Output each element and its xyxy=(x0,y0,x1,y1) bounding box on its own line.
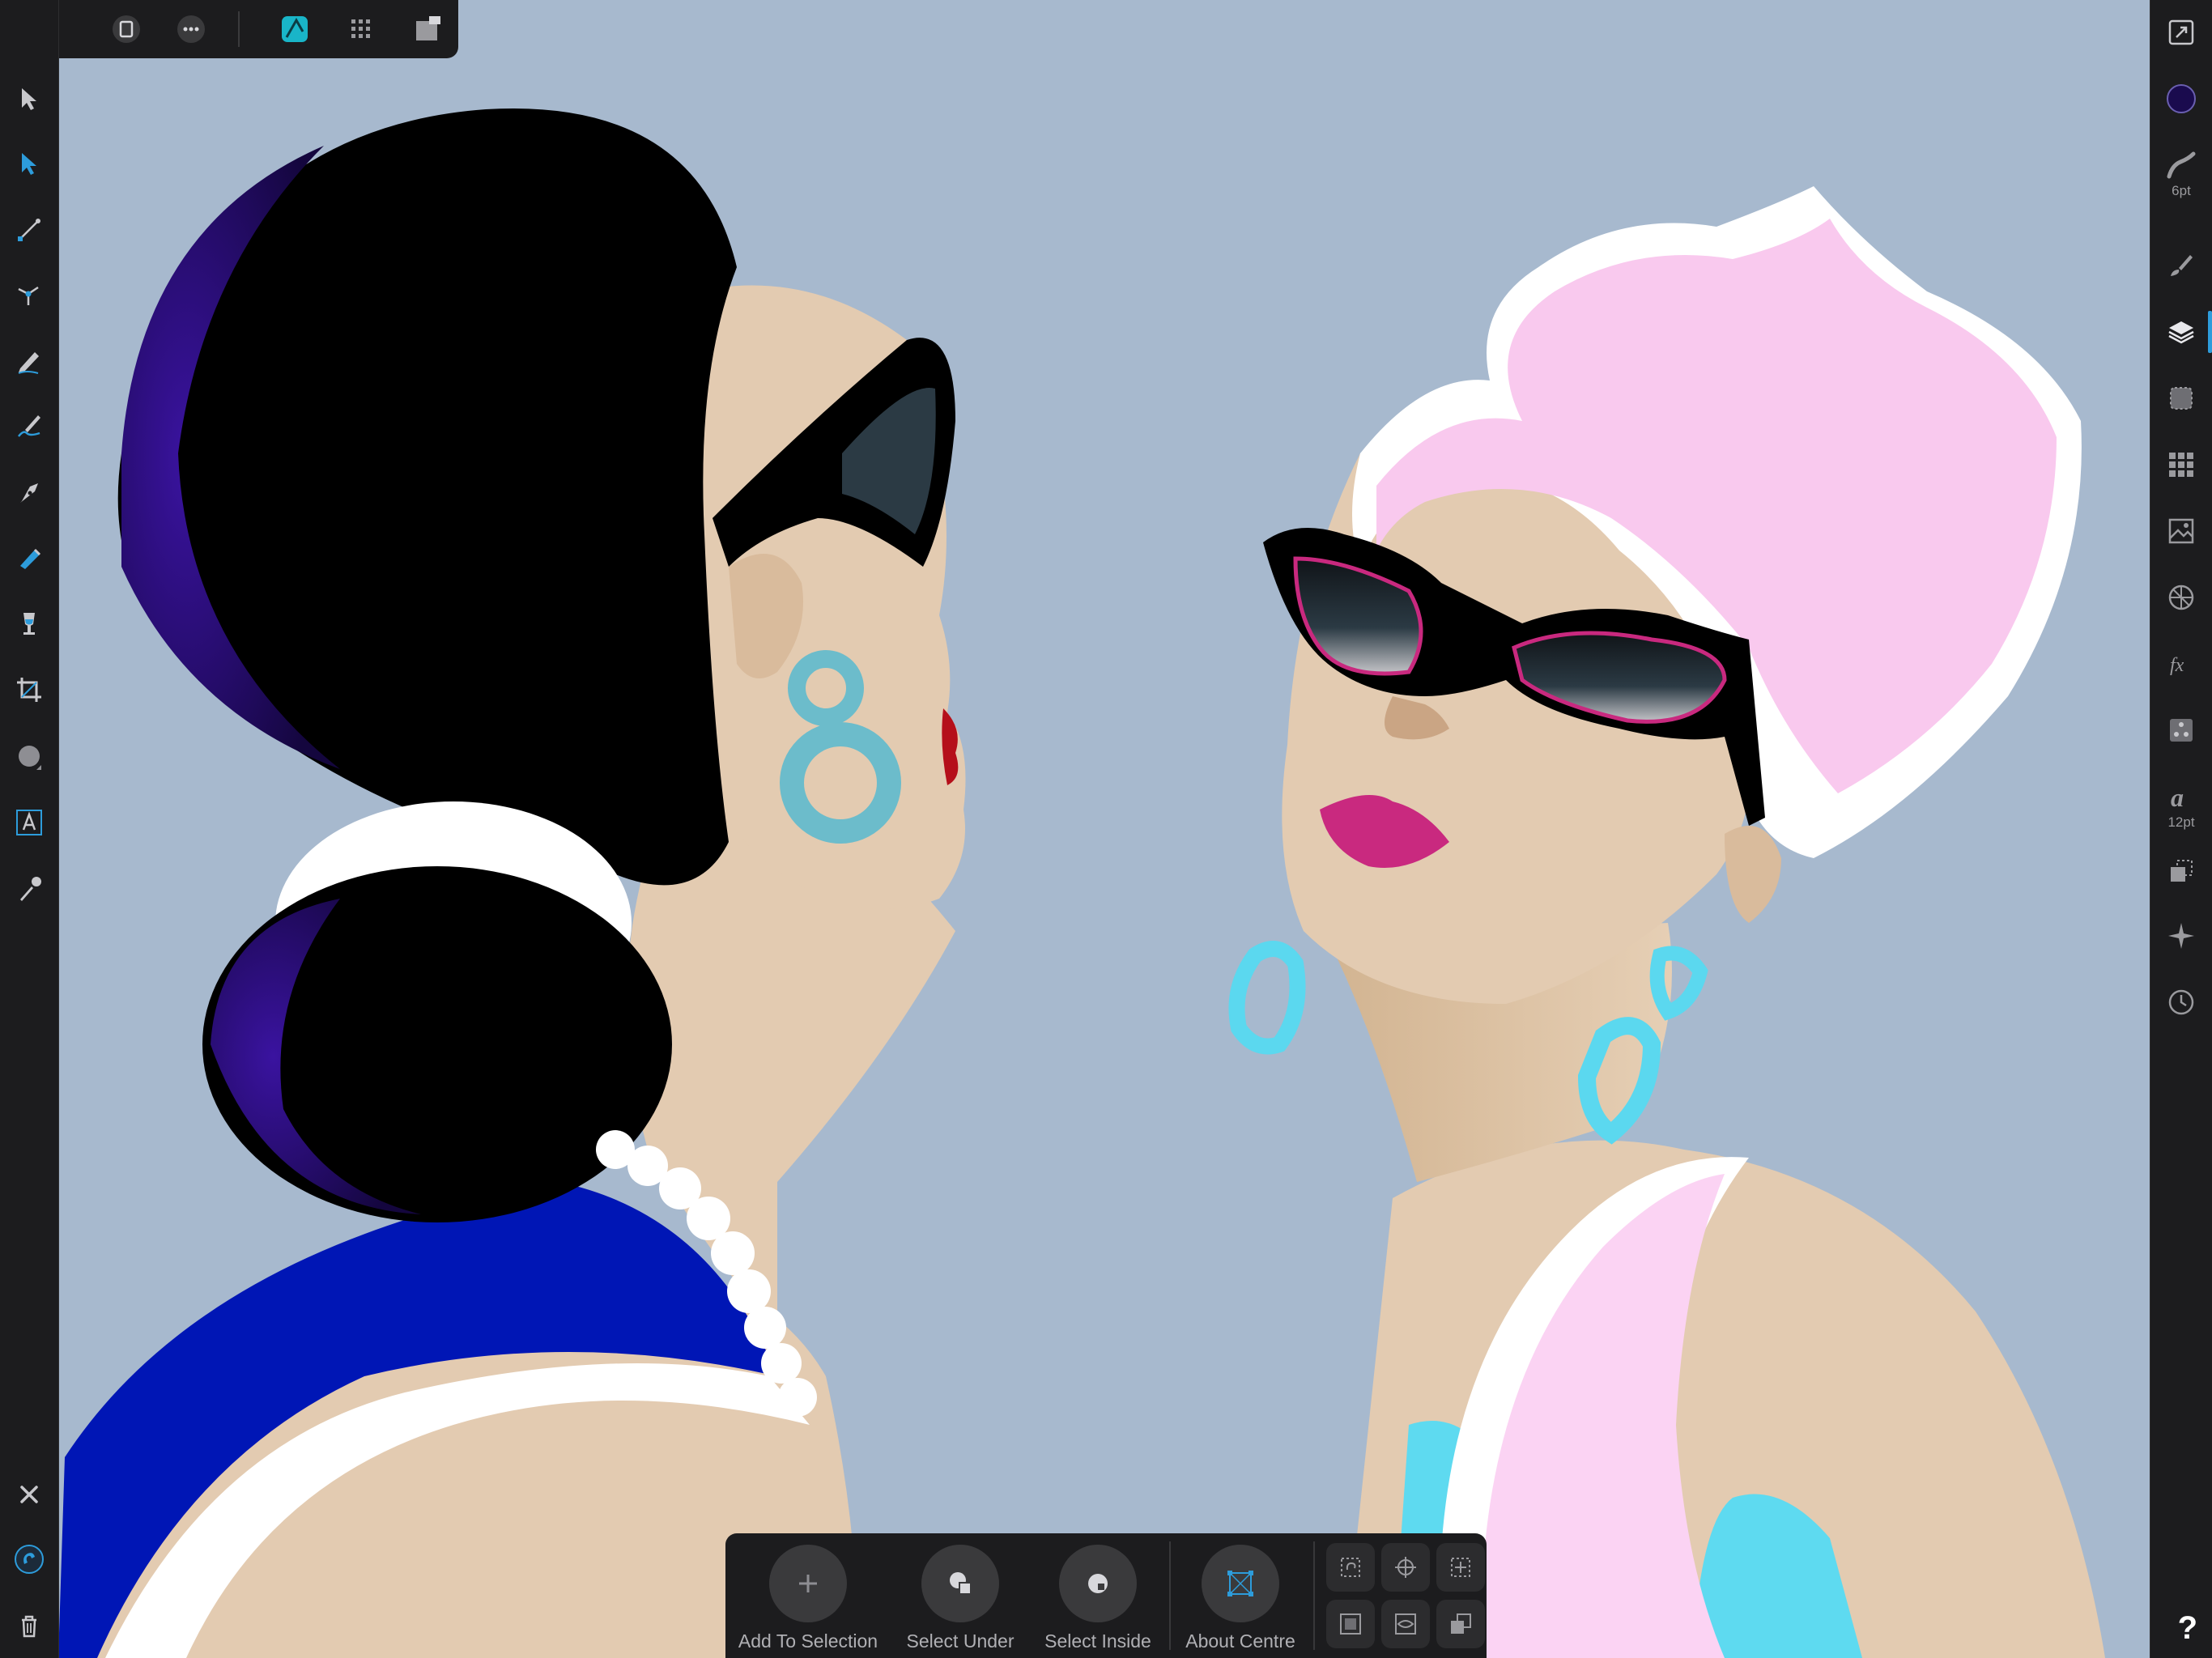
context-toolbar: Add To Selection Select Under Select Ins… xyxy=(725,1533,1487,1658)
artistic-text-tool-icon[interactable] xyxy=(8,801,50,844)
studio-panel: 6pt fx a 12pt ? xyxy=(2150,0,2212,1658)
text-styles-icon[interactable]: a 12pt xyxy=(2160,774,2202,839)
stroke-icon[interactable]: 6pt xyxy=(2160,142,2202,207)
swatches-icon[interactable] xyxy=(2160,444,2202,486)
plus-icon xyxy=(799,1575,817,1592)
navigator-icon[interactable] xyxy=(2160,915,2202,957)
duplicate-icon[interactable] xyxy=(1436,1600,1485,1648)
pixel-persona-icon[interactable] xyxy=(342,10,381,49)
top-toolbar xyxy=(0,0,458,58)
history-icon[interactable] xyxy=(2160,981,2202,1023)
stock-icon[interactable] xyxy=(2160,510,2202,552)
document-icon[interactable] xyxy=(107,10,146,49)
move-tool-icon[interactable] xyxy=(8,78,50,120)
corner-tool-icon[interactable] xyxy=(8,274,50,316)
designer-persona-icon[interactable] xyxy=(275,10,314,49)
select-under-icon xyxy=(950,1572,972,1595)
snapping-magnet-icon[interactable] xyxy=(8,1538,50,1580)
eye-frame-icon[interactable] xyxy=(1381,1600,1430,1648)
point-transform-tool-icon[interactable] xyxy=(8,209,50,251)
view-icon[interactable] xyxy=(2160,11,2202,53)
align-centre-icon[interactable] xyxy=(1436,1543,1485,1592)
stroke-width-label: 6pt xyxy=(2172,183,2191,198)
color-swatch-icon[interactable] xyxy=(2160,78,2202,120)
tools-panel xyxy=(0,0,59,1658)
select-under-label: Select Under xyxy=(906,1630,1015,1652)
fill-tool-icon[interactable] xyxy=(8,536,50,578)
select-under-button[interactable]: Select Under xyxy=(887,1545,1033,1658)
trash-icon[interactable] xyxy=(8,1605,50,1647)
transform-icon[interactable] xyxy=(2160,850,2202,892)
ellipse-tool-icon[interactable] xyxy=(8,735,50,777)
svg-text:fx: fx xyxy=(2170,655,2184,676)
vector-brush-tool-icon[interactable] xyxy=(8,405,50,447)
artwork-canvas[interactable] xyxy=(0,0,2212,1658)
frame-icon[interactable] xyxy=(1326,1600,1375,1648)
effects-icon[interactable]: fx xyxy=(2160,643,2202,685)
select-inside-label: Select Inside xyxy=(1044,1630,1151,1652)
crop-tool-icon[interactable] xyxy=(8,669,50,711)
pencil-tool-icon[interactable] xyxy=(8,340,50,382)
crosshair-icon[interactable] xyxy=(1381,1543,1430,1592)
select-inside-button[interactable]: Select Inside xyxy=(1025,1545,1171,1658)
layers-icon[interactable] xyxy=(2160,311,2202,353)
select-inside-icon xyxy=(1088,1574,1108,1593)
pen-tool-icon[interactable] xyxy=(8,471,50,513)
help-button[interactable]: ? xyxy=(2178,1610,2197,1647)
svg-text:a: a xyxy=(2171,783,2184,812)
export-persona-icon[interactable] xyxy=(408,10,447,49)
text-size-label: 12pt xyxy=(2167,814,2195,830)
about-centre-button[interactable]: About Centre xyxy=(1168,1545,1313,1658)
transparency-tool-icon[interactable] xyxy=(8,602,50,644)
brushes-icon[interactable] xyxy=(2160,244,2202,287)
add-to-selection-button[interactable]: Add To Selection xyxy=(735,1545,881,1658)
node-tool-icon[interactable] xyxy=(8,142,50,185)
about-centre-label: About Centre xyxy=(1185,1630,1295,1652)
appearance-icon[interactable] xyxy=(2160,377,2202,419)
lasso-select-icon[interactable] xyxy=(1326,1543,1375,1592)
more-icon[interactable] xyxy=(172,10,211,49)
styles-icon[interactable] xyxy=(2160,709,2202,751)
close-icon[interactable] xyxy=(8,1473,50,1516)
about-centre-icon xyxy=(1227,1571,1253,1596)
adjustments-icon[interactable] xyxy=(2160,576,2202,619)
color-picker-tool-icon[interactable] xyxy=(8,868,50,910)
layers-active-indicator xyxy=(2208,311,2212,353)
add-to-selection-label: Add To Selection xyxy=(738,1630,878,1652)
